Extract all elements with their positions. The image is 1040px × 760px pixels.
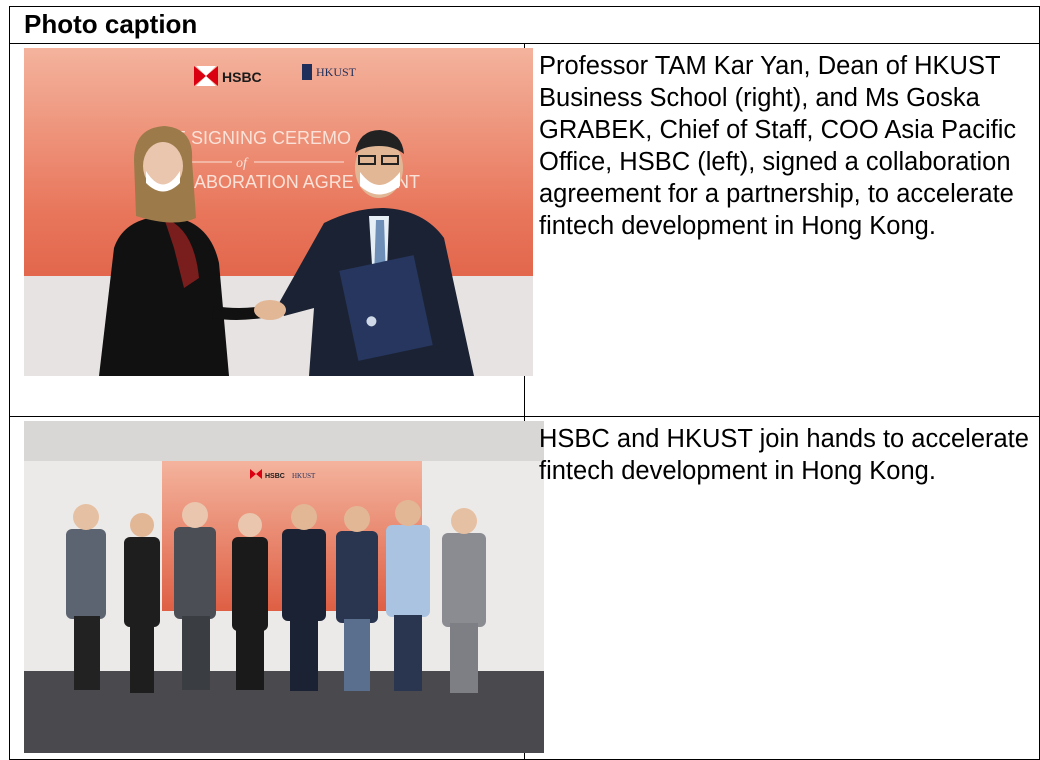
photo-caption-table: Photo caption HSBC HKUST THE SIGNING CER… <box>9 6 1040 760</box>
caption-cell: Professor TAM Kar Yan, Dean of HKUST Bus… <box>524 43 1040 417</box>
backdrop-title-line2: LLABORATION AGRE <box>174 172 354 192</box>
hkust-logo-text: HKUST <box>316 65 357 79</box>
table-header-title: Photo caption <box>24 9 198 39</box>
handshake <box>254 300 286 320</box>
hkust-logo: HKUST <box>302 64 357 80</box>
hkust-logo-small-text: HKUST <box>292 472 316 480</box>
table-row: HSBC HKUST HSBC and HKUST join hands to … <box>9 416 1040 760</box>
hsbc-logo: HSBC <box>194 66 262 86</box>
caption-cell: HSBC and HKUST join hands to accelerate … <box>524 416 1040 760</box>
photo-cell: HSBC HKUST <box>9 416 544 760</box>
photo-cell: HSBC HKUST THE SIGNING CEREMO of LLABORA… <box>9 43 533 417</box>
hsbc-logo-text: HSBC <box>222 69 262 85</box>
table-header-cell: Photo caption <box>9 6 1040 44</box>
caption-text: HSBC and HKUST join hands to accelerate … <box>539 425 1029 485</box>
group-photo: HSBC HKUST <box>24 421 544 753</box>
table-row: HSBC HKUST THE SIGNING CEREMO of LLABORA… <box>9 43 1040 417</box>
caption-text: Professor TAM Kar Yan, Dean of HKUST Bus… <box>539 52 1017 240</box>
signing-ceremony-photo: HSBC HKUST THE SIGNING CEREMO of LLABORA… <box>24 48 533 376</box>
document-page: Photo caption HSBC HKUST THE SIGNING CER… <box>0 0 1040 760</box>
hsbc-logo-small-text: HSBC <box>265 473 285 480</box>
